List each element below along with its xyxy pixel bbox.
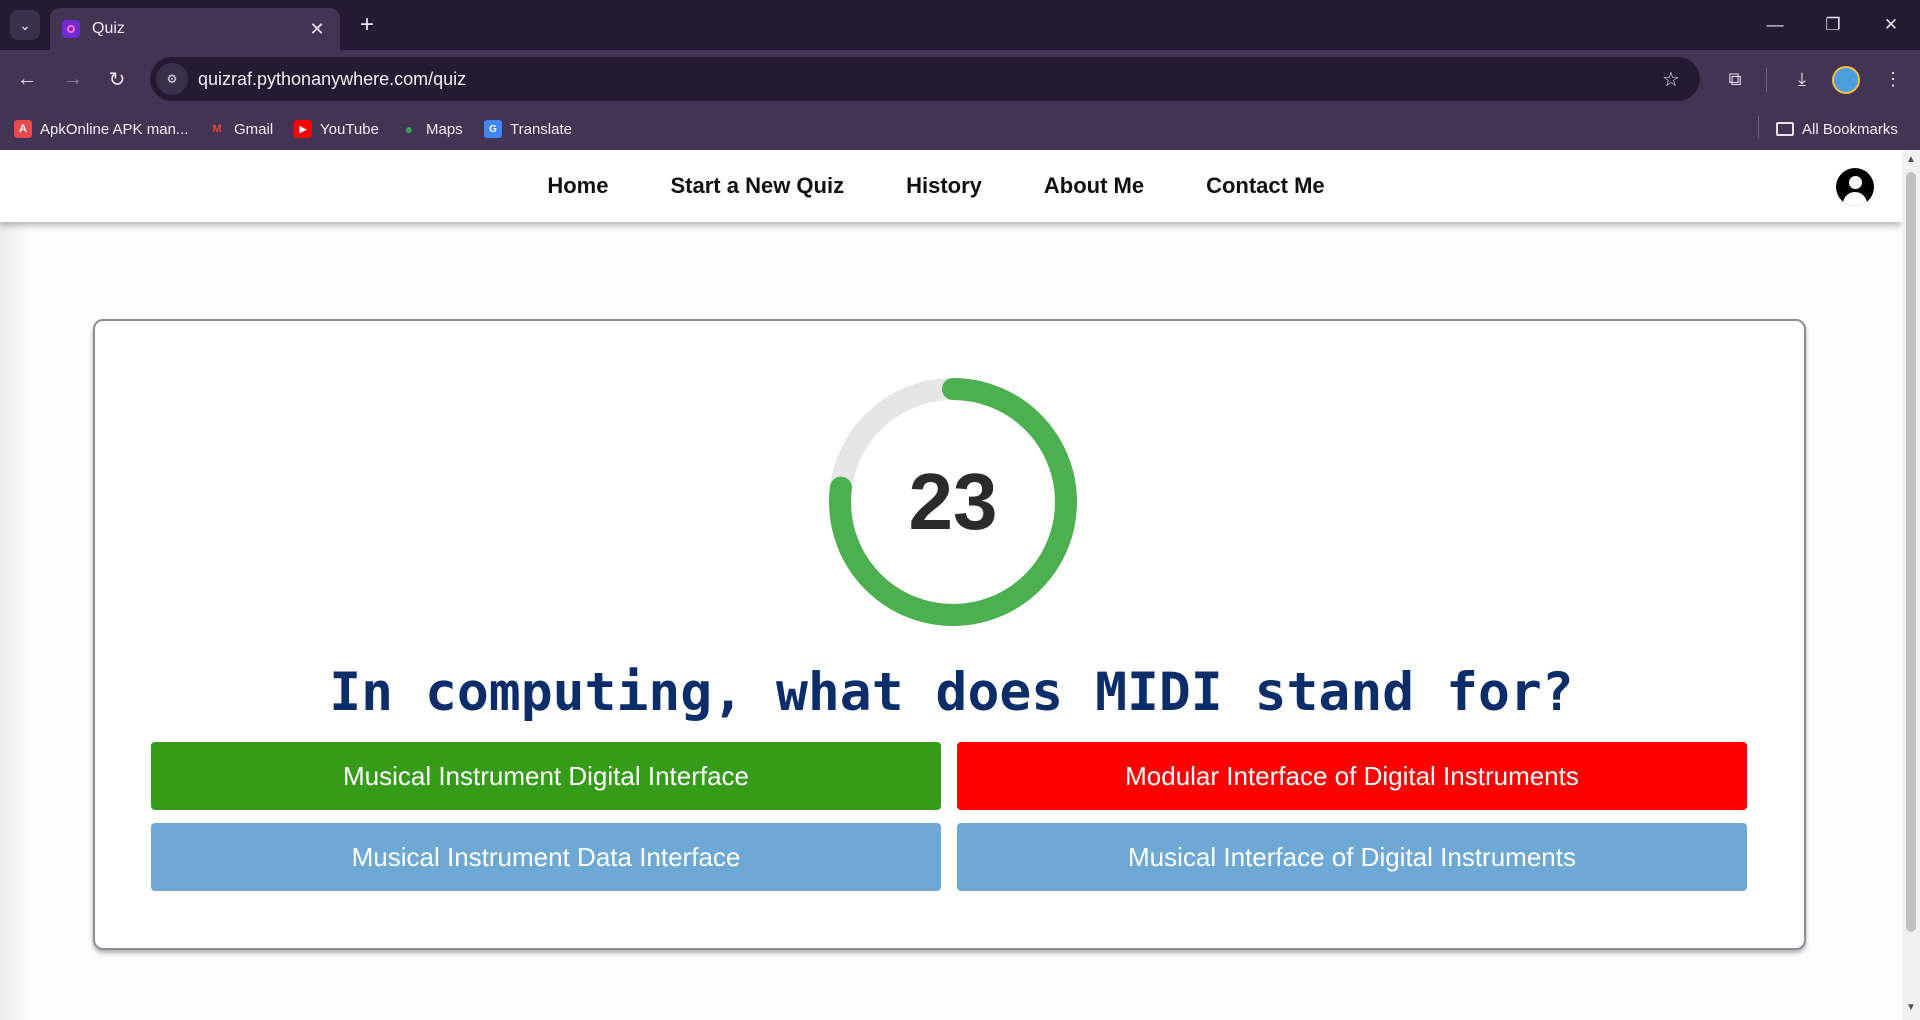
address-bar[interactable]: ⚙ quizraf.pythonanywhere.com/quiz ☆: [150, 57, 1700, 101]
extensions-icon[interactable]: ⧉: [1718, 62, 1752, 96]
scroll-down-arrow-icon[interactable]: ▼: [1902, 1002, 1920, 1014]
bookmark-label: ApkOnline APK man...: [40, 120, 189, 138]
bookmark-label: Maps: [426, 120, 463, 138]
url-text[interactable]: quizraf.pythonanywhere.com/quiz: [198, 69, 1654, 90]
nav-links: Home Start a New Quiz History About Me C…: [547, 173, 1324, 199]
apkonline-icon: A: [14, 120, 32, 138]
quiz-favicon-icon: [62, 20, 80, 38]
timer-value: 23: [908, 457, 998, 546]
countdown-timer: 23: [827, 376, 1079, 628]
quiz-page: Home Start a New Quiz History About Me C…: [0, 150, 1902, 1020]
site-navbar: Home Start a New Quiz History About Me C…: [0, 150, 1902, 222]
bookmark-maps[interactable]: ● Maps: [400, 118, 463, 140]
bookmark-label: YouTube: [320, 120, 379, 138]
bookmark-gmail[interactable]: M Gmail: [208, 118, 273, 140]
answer-button-3[interactable]: Musical Instrument Data Interface: [151, 823, 941, 891]
downloads-icon[interactable]: ⤓: [1785, 62, 1819, 96]
folder-icon: [1776, 122, 1794, 136]
browser-menu-icon[interactable]: ⋮: [1876, 62, 1910, 96]
nav-contact-me[interactable]: Contact Me: [1206, 173, 1325, 199]
browser-toolbar: ← → ↻ ⚙ quizraf.pythonanywhere.com/quiz …: [0, 50, 1920, 108]
page-edge-shadow: [0, 222, 30, 1020]
page-scrollbar[interactable]: ▲ ▼: [1902, 150, 1920, 1020]
nav-start-new-quiz[interactable]: Start a New Quiz: [670, 173, 844, 199]
all-bookmarks-button[interactable]: All Bookmarks: [1776, 118, 1898, 140]
browser-tab-strip: ⌄ Quiz ✕ + — ❐ ✕: [0, 0, 1920, 50]
bookmark-apkonline[interactable]: A ApkOnline APK man...: [14, 118, 188, 140]
browser-profile-avatar[interactable]: [1832, 66, 1860, 94]
scrollbar-thumb[interactable]: [1906, 172, 1916, 932]
tab-title: Quiz: [92, 20, 125, 37]
close-window-button[interactable]: ✕: [1868, 8, 1914, 42]
all-bookmarks-label: All Bookmarks: [1802, 120, 1898, 138]
bookmark-label: Gmail: [234, 120, 274, 138]
close-tab-icon[interactable]: ✕: [306, 19, 328, 40]
browser-tab-quiz[interactable]: Quiz ✕: [50, 8, 340, 50]
bookmark-translate[interactable]: G Translate: [484, 118, 572, 140]
site-info-icon[interactable]: ⚙: [156, 63, 188, 95]
bookmark-label: Translate: [510, 120, 572, 138]
bookmark-star-icon[interactable]: ☆: [1654, 67, 1688, 92]
maps-icon: ●: [404, 121, 414, 137]
answer-button-1[interactable]: Musical Instrument Digital Interface: [151, 742, 941, 810]
question-text: In computing, what does MIDI stand for?: [329, 662, 1574, 723]
toolbar-divider: [1766, 68, 1767, 92]
minimize-window-button[interactable]: —: [1752, 8, 1798, 42]
bookmarks-bar: A ApkOnline APK man... M Gmail ▶ YouTube…: [0, 108, 1920, 150]
translate-icon: G: [484, 120, 502, 138]
answer-button-2[interactable]: Modular Interface of Digital Instruments: [957, 742, 1747, 810]
bookmarks-divider: [1758, 116, 1759, 138]
quiz-card: 23 In computing, what does MIDI stand fo…: [93, 319, 1806, 950]
new-tab-button[interactable]: +: [352, 10, 382, 40]
nav-history[interactable]: History: [906, 173, 982, 199]
restore-window-button[interactable]: ❐: [1810, 8, 1856, 42]
back-button[interactable]: ←: [10, 62, 44, 96]
answer-button-4[interactable]: Musical Interface of Digital Instruments: [957, 823, 1747, 891]
account-icon[interactable]: [1836, 168, 1874, 206]
nav-about-me[interactable]: About Me: [1044, 173, 1144, 199]
tab-search-button[interactable]: ⌄: [10, 10, 40, 40]
scroll-up-arrow-icon[interactable]: ▲: [1902, 154, 1920, 166]
youtube-icon: ▶: [294, 120, 312, 138]
gmail-icon: M: [212, 123, 222, 135]
forward-button[interactable]: →: [56, 62, 90, 96]
nav-home[interactable]: Home: [547, 173, 608, 199]
bookmark-youtube[interactable]: ▶ YouTube: [294, 118, 379, 140]
reload-button[interactable]: ↻: [100, 62, 134, 96]
